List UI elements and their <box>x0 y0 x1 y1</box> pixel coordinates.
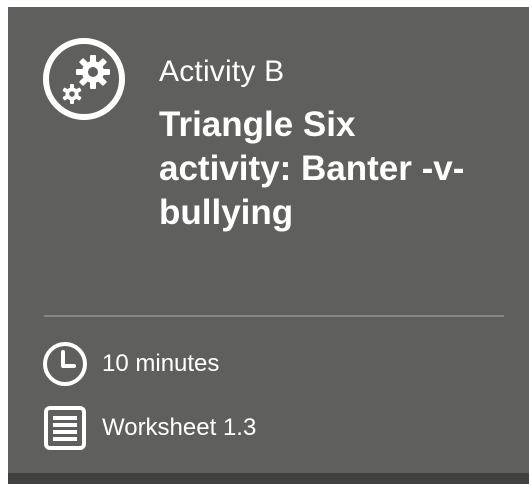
duration-row: 10 minutes <box>42 341 219 387</box>
duration-text: 10 minutes <box>102 350 220 377</box>
card-bottom-strip <box>8 473 529 484</box>
activity-title: Triangle Six activity: Banter -v- bullyi… <box>159 105 465 232</box>
activity-label: Activity B <box>159 55 285 88</box>
resource-text: Worksheet 1.3 <box>102 414 257 441</box>
clock-icon <box>42 341 88 387</box>
activity-card: Activity B Triangle Six activity: Banter… <box>8 7 529 484</box>
divider <box>44 315 504 317</box>
resource-row: Worksheet 1.3 <box>42 405 256 451</box>
gears-icon <box>42 37 126 121</box>
document-icon <box>42 405 88 451</box>
